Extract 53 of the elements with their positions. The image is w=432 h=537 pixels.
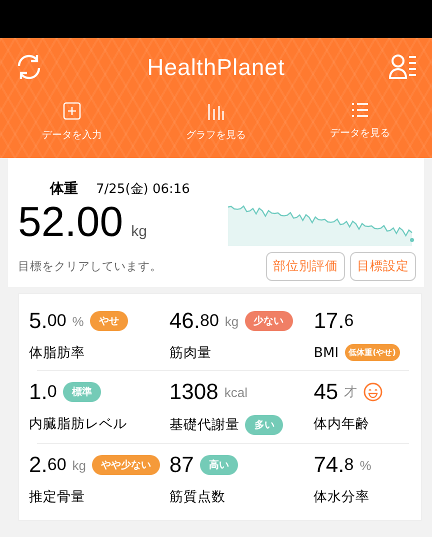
metric-value: 87 [169,452,194,478]
goal-message: 目標をクリアしています。 [18,259,162,274]
metric-label: 筋質点数 [169,488,226,506]
metric-value: 1308 [169,379,218,405]
metric-label: 筋肉量 [169,344,212,362]
action-button[interactable]: 部位別評価 [266,252,345,281]
metric-decimal: 00 [47,311,66,331]
status-badge: 標準 [62,382,101,402]
measure-date: 7/25(金) 06:16 [96,181,190,198]
metric-decimal: 80 [200,311,219,331]
app-title: HealthPlanet [147,54,285,80]
metric-label: 体脂肪率 [29,344,85,362]
metric-unit: kcal [224,384,248,400]
metric-value: 74. [314,452,344,478]
metric-decimal: 0 [47,382,57,402]
metric-label: 体水分率 [314,488,370,506]
metric-decimal: 6 [344,311,354,331]
metric-value: 2. [29,452,48,478]
smiley-face-icon [363,382,384,402]
metric-label: 推定骨量 [29,488,85,506]
bar-chart-icon [207,102,225,120]
metric-unit: kg [72,458,86,472]
list-icon [351,102,369,118]
metric-decimal: 8 [344,455,354,475]
toolbar-button[interactable]: データを入力 [0,96,144,158]
metric-value: 45 [314,379,338,405]
user-menu-icon[interactable] [388,52,418,82]
metric-label: 基礎代謝量 [169,416,240,434]
metric-label: BMI [314,344,339,360]
status-badge: やや少ない [92,455,160,475]
metric-label: 内臓脂肪レベル [29,415,127,433]
toolbar-button[interactable]: データを見る [288,96,432,158]
metric-value: 5. [29,308,48,334]
status-badge: 低体重(やせ) [344,344,400,361]
metric-unit: % [360,458,372,472]
weight-label: 体重 [50,180,78,198]
status-badge: 多い [245,415,284,435]
metric-value: 46. [169,308,200,334]
action-button[interactable]: 目標設定 [350,252,416,281]
toolbar-button[interactable]: グラフを見る [144,96,288,158]
metric-label: 体内年齢 [314,415,370,433]
status-badge: 少ない [244,311,293,331]
weight-unit: kg [131,223,147,240]
status-badge: 高い [200,455,238,475]
metric-unit: 才 [344,383,358,401]
add-icon [63,102,81,120]
metric-unit: % [72,314,84,328]
metric-value: 17. [314,308,344,334]
weight-value: 52.00 [18,198,124,245]
metric-decimal: 60 [47,455,66,475]
status-badge: やせ [90,311,128,331]
metric-unit: kg [224,314,239,328]
metric-value: 1. [29,379,48,405]
